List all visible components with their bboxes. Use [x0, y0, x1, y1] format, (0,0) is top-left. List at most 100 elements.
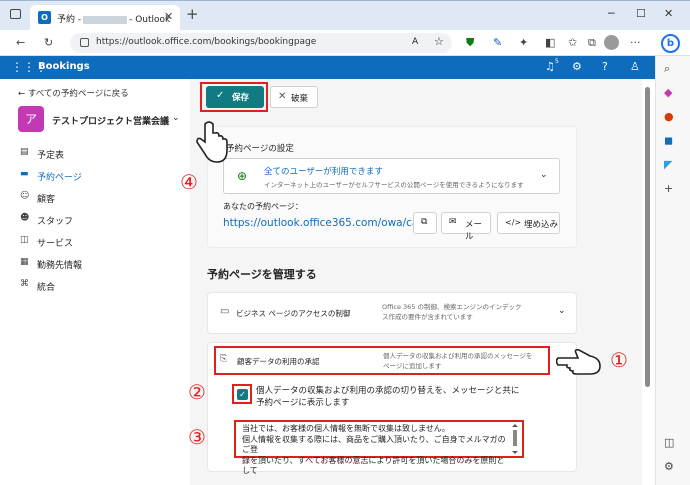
save-label: 保存: [232, 93, 250, 103]
mail-button[interactable]: ✉ メール: [441, 212, 491, 242]
add-icon[interactable]: +: [664, 182, 673, 195]
pen-icon[interactable]: ✎: [493, 36, 502, 49]
nav-item-label: 予約ページ: [37, 173, 82, 183]
nav-item-staff[interactable]: ☻ スタッフ: [20, 211, 180, 229]
scrollbar-thumb[interactable]: [645, 87, 650, 387]
business-name[interactable]: テストプロジェクト営業会議: [52, 114, 169, 127]
integrations-icon: ⌘: [20, 279, 29, 289]
nav-item-customers[interactable]: ☺ 顧客: [20, 189, 180, 207]
access-control-card[interactable]: ▭ ビジネス ページのアクセスの制御 Office 365 の制御、検索エンジン…: [207, 292, 577, 334]
consent-title: 顧客データの利用の承認: [237, 357, 320, 366]
manage-heading: 予約ページを管理する: [207, 268, 317, 281]
staff-icon: ☻: [20, 213, 30, 223]
browser-tab[interactable]: O 予約 -- Outlook ✕: [30, 5, 180, 31]
annotation-number-4: ④: [180, 170, 198, 194]
favorite-icon[interactable]: ☆: [434, 35, 444, 48]
copy-icon: ⧉: [421, 217, 428, 227]
bookings-header: ⋮⋮⋮ Bookings ♫ 5 ⚙ ? ♙: [0, 56, 655, 79]
embed-button[interactable]: </> 埋め込み: [497, 212, 560, 234]
pointing-hand-left-icon: [556, 349, 601, 375]
more-icon[interactable]: ···: [630, 36, 641, 49]
copilot-icon[interactable]: b: [661, 34, 680, 53]
close-tab-icon[interactable]: ✕: [164, 10, 173, 23]
annotation-number-2: ②: [188, 380, 206, 404]
check-icon: ✓: [216, 90, 225, 101]
back-icon[interactable]: ←: [16, 36, 25, 49]
search-icon[interactable]: ⌕: [664, 62, 670, 76]
app-name: Bookings: [38, 61, 90, 72]
calendar-icon: ▤: [20, 147, 29, 157]
chevron-down-icon: ⌄: [558, 306, 566, 316]
page-icon: ▭: [220, 306, 230, 317]
mail-label: メール: [465, 220, 483, 242]
read-aloud-icon[interactable]: A: [412, 37, 418, 47]
back-link-label: すべての予約ページに戻る: [27, 89, 129, 99]
tab-actions-icon[interactable]: [10, 9, 21, 19]
nav-item-label: 顧客: [37, 195, 56, 205]
collections-icon[interactable]: ⧉: [588, 36, 596, 50]
nav-item-label: 予定表: [37, 151, 65, 161]
nav-item-label: 統合: [37, 283, 56, 293]
textarea-scrollbar[interactable]: [512, 424, 518, 454]
embed-label: 埋め込み: [524, 220, 559, 230]
consent-checkbox[interactable]: ✓: [237, 389, 248, 400]
redacted-block: [83, 15, 128, 24]
consent-desc: 個人データの収集および利用の承認のメッセージをページに追加します: [383, 352, 533, 370]
help-icon[interactable]: ?: [602, 60, 608, 73]
save-button[interactable]: ✓ 保存: [206, 86, 264, 108]
nav-item-label: スタッフ: [37, 217, 74, 227]
globe-icon: ⊕: [237, 169, 248, 183]
nav-item-integrations[interactable]: ⌘ 統合: [20, 277, 180, 295]
visibility-title: 全てのユーザーが利用できます: [264, 167, 383, 177]
tools-icon[interactable]: ●: [664, 110, 674, 123]
booking-settings-title: 予約ページの設定: [226, 144, 294, 154]
nav-item-label: 勤務先情報: [37, 261, 83, 271]
nav-item-business-hours[interactable]: ▦ 勤務先情報: [20, 255, 180, 273]
new-tab-icon[interactable]: +: [186, 5, 199, 23]
discard-label: 破棄: [291, 94, 309, 104]
notifications-icon[interactable]: ♫: [545, 60, 555, 73]
chevron-down-icon[interactable]: ⌄: [172, 113, 180, 123]
nav-item-calendar[interactable]: ▤ 予定表: [20, 145, 180, 163]
sidebar-settings-icon[interactable]: ⚙: [664, 460, 674, 473]
copy-button[interactable]: ⧉: [413, 212, 437, 234]
split-screen-icon[interactable]: ◧: [545, 36, 555, 49]
discard-button[interactable]: ✕ 破棄: [270, 86, 318, 108]
sidebar-toggle-icon[interactable]: ◫: [664, 436, 674, 449]
minimize-icon[interactable]: ─: [608, 7, 615, 20]
visibility-dropdown[interactable]: ⊕ 全てのユーザーが利用できます インターネット上のユーザーがセルフサービスの公…: [223, 158, 560, 194]
consent-message-text: 当社では、お客様の個人情報を無断で収集は致しません。 個人情報を収集する際には、…: [242, 424, 506, 475]
close-window-icon[interactable]: ✕: [664, 7, 673, 20]
outlook-sidebar-icon[interactable]: ◼: [664, 134, 673, 147]
consent-message-textarea[interactable]: 当社では、お客様の個人情報を無断で収集は致しません。 個人情報を収集する際には、…: [234, 420, 524, 475]
clipboard-icon: ⎘: [220, 354, 228, 364]
consent-checkbox-highlight: ✓: [232, 384, 252, 404]
send-icon[interactable]: ◤: [664, 158, 672, 171]
customers-icon: ☺: [20, 191, 30, 201]
profile-avatar[interactable]: [604, 35, 619, 50]
services-icon: ◫: [20, 235, 29, 245]
booking-page-url[interactable]: https://outlook.office365.com/owa/ca...: [223, 217, 428, 229]
url-field[interactable]: https://outlook.office.com/bookings/book…: [70, 33, 452, 53]
account-icon[interactable]: ♙: [630, 60, 640, 73]
notification-count: 5: [555, 58, 559, 65]
lock-icon: [80, 38, 89, 47]
maximize-icon[interactable]: ☐: [636, 7, 646, 20]
nav-item-services[interactable]: ◫ サービス: [20, 233, 180, 251]
settings-gear-icon[interactable]: ⚙: [572, 60, 582, 73]
booking-page-icon: ▬: [20, 169, 29, 179]
nav-item-booking-page[interactable]: ▬ 予約ページ: [20, 167, 180, 185]
refresh-icon[interactable]: ↻: [44, 36, 53, 49]
extensions-icon[interactable]: ✦: [519, 36, 528, 49]
booking-page-label: あなたの予約ページ：: [223, 202, 303, 211]
favorites-bar-icon[interactable]: ✩: [568, 36, 577, 49]
back-link[interactable]: ← すべての予約ページに戻る: [18, 87, 129, 99]
consent-header-row[interactable]: ⎘ 顧客データの利用の承認 個人データの収集および利用の承認のメッセージをページ…: [214, 346, 550, 375]
mail-icon: ✉: [449, 217, 457, 227]
consent-checkbox-label: 個人データの収集および利用の承認の切り替えを、メッセージと共に予約ページに表示し…: [256, 386, 520, 408]
main-scrollbar[interactable]: [644, 79, 652, 485]
shopping-icon[interactable]: ◆: [664, 86, 672, 99]
pointing-hand-icon: [196, 121, 228, 163]
shield-icon[interactable]: ⛊: [466, 36, 474, 50]
edge-sidebar: ⌕ ◆ ● ◼ ◤ + ◫ ⚙: [655, 56, 690, 485]
